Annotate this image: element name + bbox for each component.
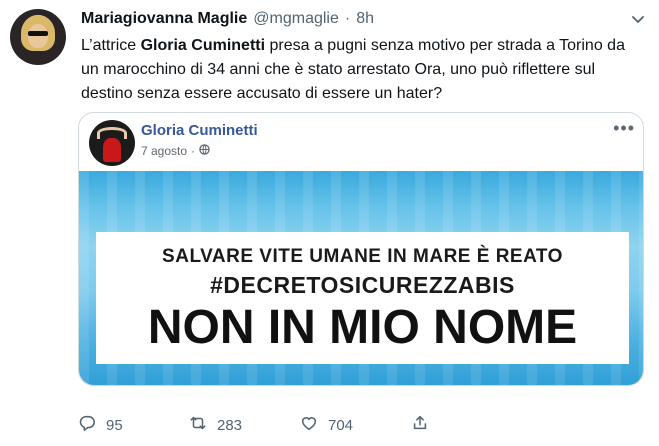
tweet-time[interactable]: 8h	[356, 10, 374, 28]
more-icon: •••	[613, 118, 635, 138]
retweet-count: 283	[217, 416, 243, 434]
heart-icon	[300, 414, 318, 436]
reply-icon	[78, 414, 96, 436]
tweet-text: L’attrice Gloria Cuminetti presa a pugni…	[81, 34, 641, 106]
avatar-glasses	[28, 31, 48, 36]
tweet-text-bold: Gloria Cuminetti	[140, 37, 266, 54]
fb-author-name: Gloria Cuminetti	[141, 122, 258, 139]
separator-dot: ·	[344, 10, 351, 27]
avatar[interactable]	[10, 9, 66, 65]
banner-line1: SALVARE VITE UMANE IN MARE È REATO	[162, 246, 563, 267]
chevron-down-icon[interactable]	[630, 11, 646, 27]
banner-hashtag: #DECRETOSICUREZZABIS	[210, 272, 515, 298]
like-button[interactable]: 704	[300, 414, 353, 436]
fb-separator: ·	[191, 144, 196, 158]
retweet-button[interactable]: 283	[189, 414, 242, 436]
like-count: 704	[328, 416, 354, 434]
share-button[interactable]	[411, 414, 429, 436]
author-name[interactable]: Mariagiovanna Maglie	[81, 10, 247, 28]
avatar-face	[28, 24, 48, 48]
banner-headline: NON IN MIO NOME	[147, 301, 578, 354]
fb-avatar-dress	[103, 138, 121, 162]
reply-count: 95	[106, 416, 123, 434]
fb-post-header: Gloria Cuminetti 7 agosto · •••	[79, 113, 643, 171]
embedded-media[interactable]: Gloria Cuminetti 7 agosto · ••• SALVARE …	[78, 112, 644, 386]
tweet[interactable]: Mariagiovanna Maglie @mgmaglie · 8h L’at…	[0, 0, 659, 446]
retweet-icon	[189, 414, 207, 436]
tweet-header: Mariagiovanna Maglie @mgmaglie · 8h	[81, 8, 374, 30]
author-handle[interactable]: @mgmaglie	[253, 10, 339, 28]
share-icon	[411, 414, 429, 436]
banner-card: SALVARE VITE UMANE IN MARE È REATO #DECR…	[96, 232, 629, 364]
banner-image: SALVARE VITE UMANE IN MARE È REATO #DECR…	[79, 171, 643, 385]
globe-icon	[199, 144, 210, 158]
reply-button[interactable]: 95	[78, 414, 123, 436]
fb-post-meta: 7 agosto ·	[141, 144, 210, 158]
fb-post-date: 7 agosto	[141, 144, 188, 158]
tweet-text-part1: L’attrice	[81, 37, 141, 54]
fb-avatar	[89, 120, 135, 166]
